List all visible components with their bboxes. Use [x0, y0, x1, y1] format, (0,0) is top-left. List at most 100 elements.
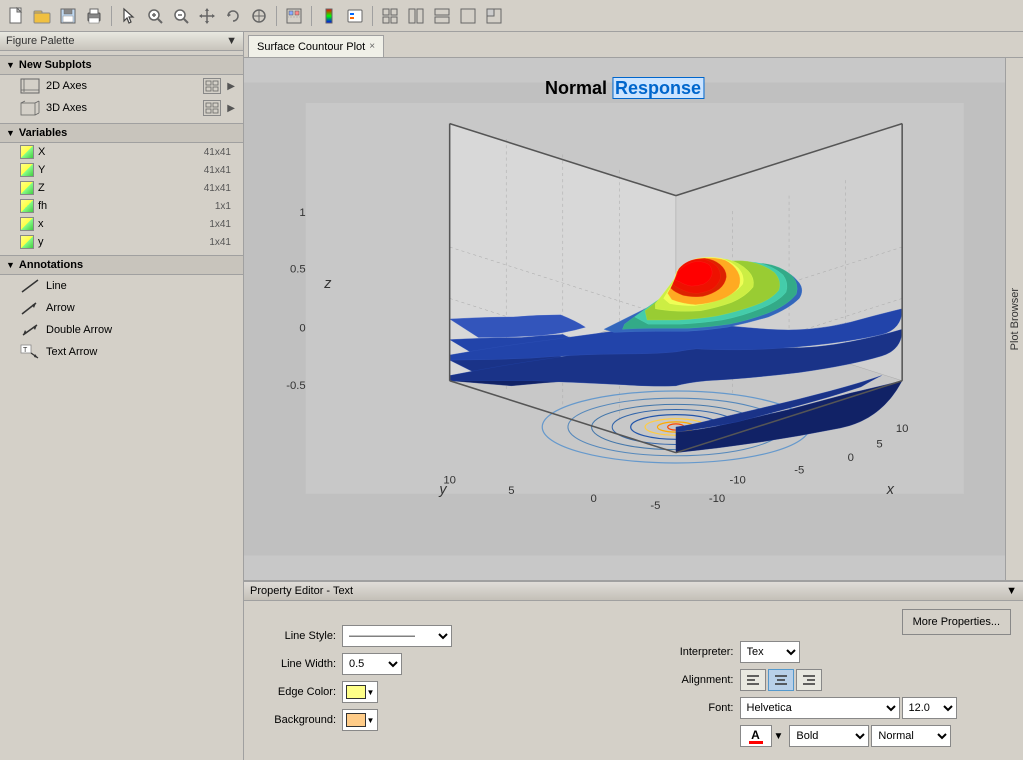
- 2d-axes-label: 2D Axes: [46, 80, 197, 92]
- var-icon-Y: [20, 163, 34, 177]
- plot-browser-panel[interactable]: Plot Browser: [1005, 58, 1023, 580]
- edge-color-arrow[interactable]: ▼: [367, 688, 375, 697]
- tab-title: Surface Countour Plot: [257, 41, 365, 53]
- font-row: Font: Helvetica Arial Times New Roman Co…: [654, 697, 1012, 719]
- sep1: [111, 6, 112, 26]
- font-color-button[interactable]: A: [740, 725, 772, 747]
- new-button[interactable]: [4, 4, 28, 28]
- property-editor-body: Line Style: —————— - - - - - · · · · · n…: [244, 601, 1023, 751]
- var-row-X[interactable]: X 41x41: [0, 143, 243, 161]
- palette-item-line[interactable]: Line: [0, 275, 243, 297]
- var-row-y[interactable]: y 1x41: [0, 233, 243, 251]
- palette-item-2d-axes[interactable]: 2D Axes ▶: [0, 75, 243, 97]
- var-label-Z: Z: [38, 182, 200, 194]
- print-button[interactable]: [82, 4, 106, 28]
- palette-item-3d-axes[interactable]: 3D Axes ▶: [0, 97, 243, 119]
- svg-text:0: 0: [591, 493, 597, 505]
- var-row-fh[interactable]: fh 1x1: [0, 197, 243, 215]
- line-width-control: 0.5 1.0 1.5 2.0: [342, 653, 402, 675]
- prop-header-collapse[interactable]: ▼: [1006, 585, 1017, 597]
- var-row-Y[interactable]: Y 41x41: [0, 161, 243, 179]
- var-icon-x: [20, 217, 34, 231]
- colorbar-button[interactable]: [317, 4, 341, 28]
- svg-text:-0.5: -0.5: [286, 380, 305, 392]
- prop-grid: Line Style: —————— - - - - - · · · · · n…: [256, 609, 1011, 747]
- palette-item-text-arrow[interactable]: T Text Arrow: [0, 341, 243, 363]
- zoom-out-button[interactable]: [169, 4, 193, 28]
- double-arrow-icon: [20, 322, 40, 338]
- single-grid-button[interactable]: [456, 4, 480, 28]
- prop-right-col: More Properties... Interpreter: Tex LaTe…: [654, 609, 1012, 747]
- background-color-arrow[interactable]: ▼: [367, 716, 375, 725]
- grid2x2-button[interactable]: [378, 4, 402, 28]
- background-color-button[interactable]: ▼: [342, 709, 378, 731]
- font-color-swatch: A: [749, 729, 763, 744]
- more-properties-button[interactable]: More Properties...: [902, 609, 1011, 635]
- svg-text:-5: -5: [794, 464, 804, 476]
- legend-button[interactable]: [343, 4, 367, 28]
- grid1x2-button[interactable]: [404, 4, 428, 28]
- sep4: [372, 6, 373, 26]
- font-select[interactable]: Helvetica Arial Times New Roman Courier: [740, 697, 900, 719]
- interpreter-label: Interpreter:: [654, 646, 734, 658]
- palette-collapse-icon[interactable]: ▼: [226, 35, 237, 47]
- font-color-dropdown-arrow[interactable]: ▼: [774, 731, 784, 742]
- sep2: [276, 6, 277, 26]
- line-width-select[interactable]: 0.5 1.0 1.5 2.0: [342, 653, 402, 675]
- new-subplots-header[interactable]: ▼ New Subplots: [0, 55, 243, 75]
- rotate-button[interactable]: [221, 4, 245, 28]
- 3d-axes-arrow: ▶: [227, 103, 235, 114]
- font-size-select[interactable]: 12.0 10.0 14.0 16.0: [902, 697, 957, 719]
- edge-color-button[interactable]: ▼: [342, 681, 378, 703]
- var-label-fh: fh: [38, 200, 211, 212]
- font-style-control: A ▼ Bold Normal Light: [740, 725, 952, 747]
- title-normal-text: Normal: [545, 78, 607, 98]
- 3d-axes-label: 3D Axes: [46, 102, 197, 114]
- interpreter-select[interactable]: Tex LaTeX none: [740, 641, 800, 663]
- plot-title[interactable]: Normal Response: [545, 78, 704, 99]
- var-row-Z[interactable]: Z 41x41: [0, 179, 243, 197]
- font-label: Font:: [654, 702, 734, 714]
- tab-close-button[interactable]: ×: [369, 41, 375, 52]
- content-area: Normal Response: [244, 58, 1023, 580]
- font-weight-select[interactable]: Bold Normal Light: [789, 725, 869, 747]
- palette-header: Figure Palette ▼: [0, 32, 243, 51]
- font-style-select[interactable]: Normal Italic Oblique: [871, 725, 951, 747]
- dock-button[interactable]: [482, 4, 506, 28]
- font-letter-A: A: [751, 729, 760, 741]
- background-control: ▼: [342, 709, 378, 731]
- pan-button[interactable]: [195, 4, 219, 28]
- grid2x1-button[interactable]: [430, 4, 454, 28]
- palette-content: ▼ New Subplots 2D Axes ▶ 3D Axes: [0, 51, 243, 760]
- open-button[interactable]: [30, 4, 54, 28]
- plot-area[interactable]: Normal Response: [244, 58, 1005, 580]
- align-left-button[interactable]: [740, 669, 766, 691]
- palette-item-double-arrow[interactable]: Double Arrow: [0, 319, 243, 341]
- title-response-text: Response: [612, 77, 704, 99]
- datacursor-button[interactable]: [247, 4, 271, 28]
- line-style-select[interactable]: —————— - - - - - · · · · · none: [342, 625, 452, 647]
- var-size-y: 1x41: [209, 237, 231, 248]
- 3d-axes-grid-btn[interactable]: [203, 100, 221, 116]
- 2d-axes-grid-btn[interactable]: [203, 78, 221, 94]
- svg-text:-5: -5: [650, 500, 660, 512]
- var-size-x: 1x41: [209, 219, 231, 230]
- interpreter-control: Tex LaTeX none: [740, 641, 800, 663]
- variables-header[interactable]: ▼ Variables: [0, 123, 243, 143]
- text-arrow-label: Text Arrow: [46, 346, 235, 358]
- plot-svg: y x z 1 0.5 0 -0.5 10 5 0 -5 -10: [244, 58, 1005, 580]
- var-row-x[interactable]: x 1x41: [0, 215, 243, 233]
- palette-item-arrow[interactable]: Arrow: [0, 297, 243, 319]
- toolbar: [0, 0, 1023, 32]
- brush-button[interactable]: [282, 4, 306, 28]
- line-width-row: Line Width: 0.5 1.0 1.5 2.0: [256, 653, 614, 675]
- line-style-label: Line Style:: [256, 630, 336, 642]
- align-center-button[interactable]: [768, 669, 794, 691]
- surface-contour-tab[interactable]: Surface Countour Plot ×: [248, 35, 384, 57]
- pointer-button[interactable]: [117, 4, 141, 28]
- zoom-in-button[interactable]: [143, 4, 167, 28]
- annotations-header[interactable]: ▼ Annotations: [0, 255, 243, 275]
- save-button[interactable]: [56, 4, 80, 28]
- font-control: Helvetica Arial Times New Roman Courier …: [740, 697, 957, 719]
- align-right-button[interactable]: [796, 669, 822, 691]
